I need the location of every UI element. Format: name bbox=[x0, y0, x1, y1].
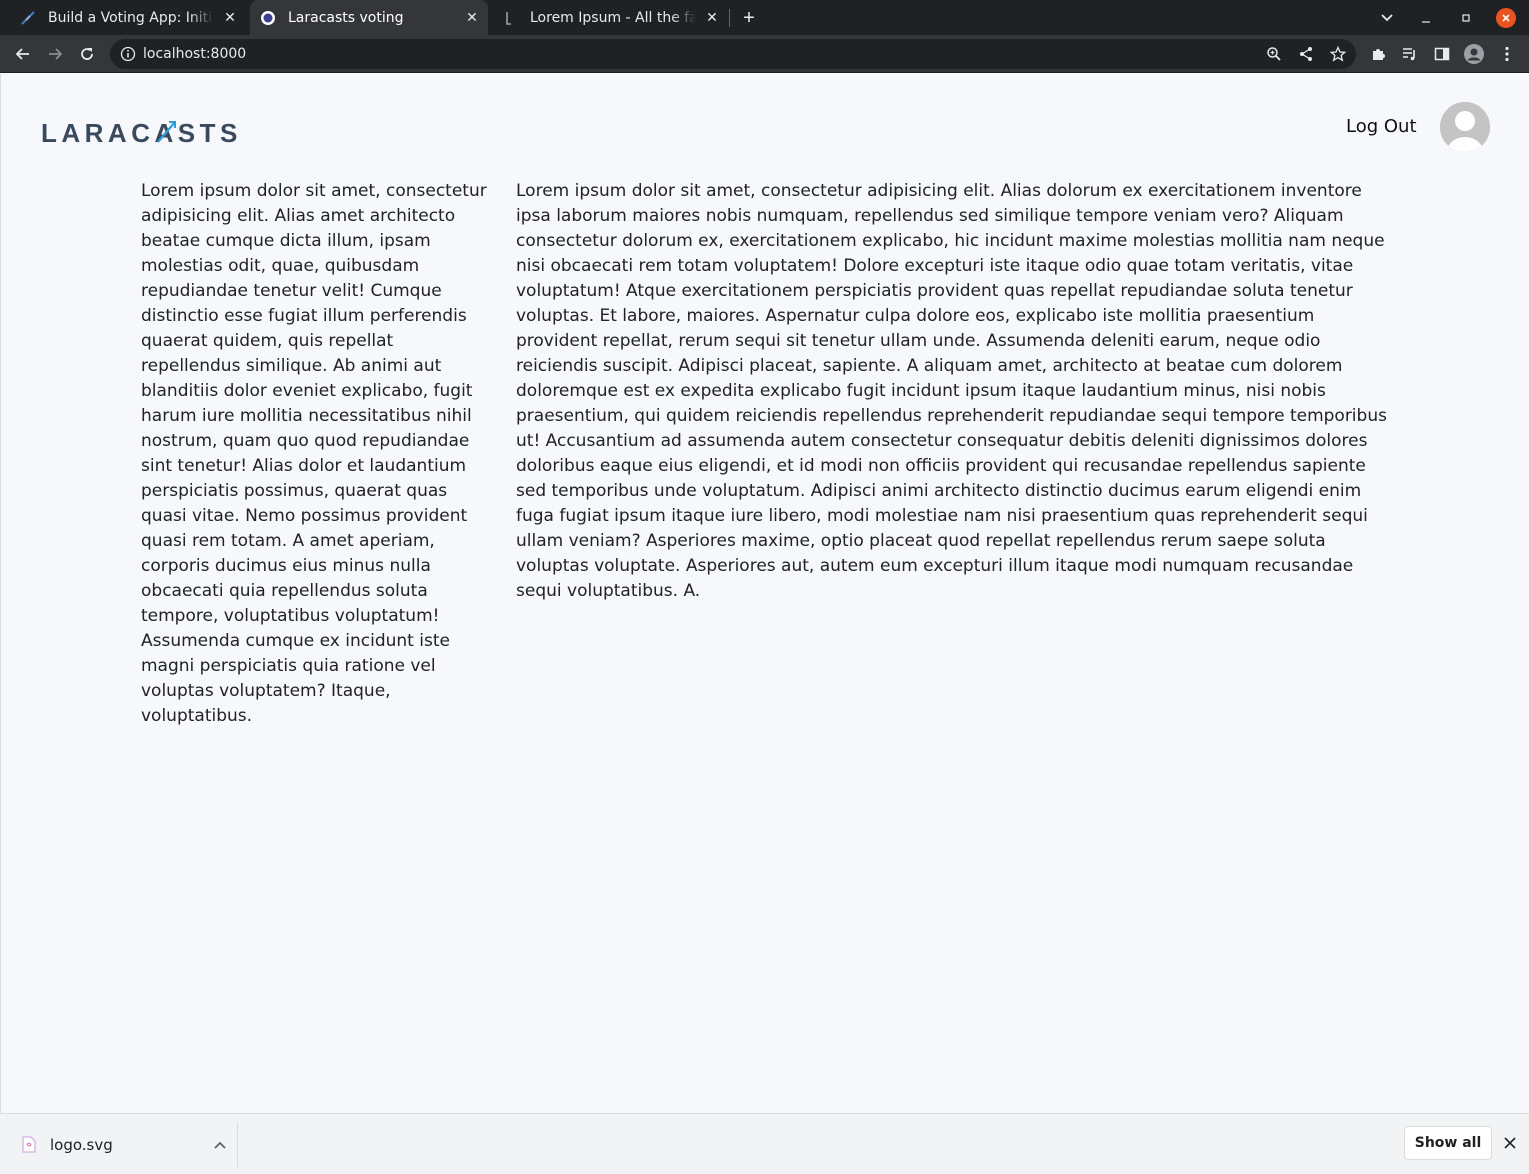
download-bar: logo.svg Show all bbox=[0, 1113, 1529, 1174]
minimize-icon[interactable] bbox=[1411, 0, 1441, 35]
reload-icon[interactable] bbox=[73, 40, 101, 68]
tab-lorem-ipsum[interactable]: Lorem Ipsum - All the fact ✕ bbox=[492, 0, 728, 35]
globe-icon bbox=[260, 10, 276, 26]
url-text: localhost:8000 bbox=[143, 46, 247, 62]
tab-search-icon[interactable] bbox=[1372, 0, 1402, 35]
left-column-text: Lorem ipsum dolor sit amet, consectetur … bbox=[141, 181, 487, 726]
lorem-icon bbox=[502, 10, 518, 26]
download-divider bbox=[237, 1122, 238, 1167]
extensions-icon[interactable] bbox=[1364, 40, 1392, 68]
forward-arrow-icon[interactable] bbox=[41, 40, 69, 68]
tab-title: Lorem Ipsum - All the fact bbox=[530, 9, 696, 26]
new-tab-button[interactable]: + bbox=[738, 7, 760, 29]
tab-title: Laracasts voting bbox=[288, 9, 404, 26]
side-panel-icon[interactable] bbox=[1428, 40, 1456, 68]
tab-strip: Build a Voting App: Initial ✕ Laracasts … bbox=[0, 0, 1529, 35]
media-control-icon[interactable] bbox=[1396, 40, 1424, 68]
share-icon[interactable] bbox=[1297, 45, 1315, 63]
close-icon[interactable] bbox=[1500, 1133, 1520, 1153]
menu-kebab-icon[interactable] bbox=[1493, 40, 1521, 68]
download-file-name: logo.svg bbox=[50, 1135, 113, 1154]
tab-title: Build a Voting App: Initial bbox=[48, 9, 214, 26]
zoom-icon[interactable] bbox=[1265, 45, 1283, 63]
profile-icon[interactable] bbox=[1460, 40, 1488, 68]
download-item[interactable]: logo.svg bbox=[12, 1122, 236, 1167]
tab-build-voting-app[interactable]: Build a Voting App: Initial ✕ bbox=[10, 0, 246, 35]
address-bar[interactable]: localhost:8000 bbox=[110, 39, 1356, 69]
svg-text:LARACASTS: LARACASTS bbox=[41, 118, 241, 146]
close-tab-icon[interactable]: ✕ bbox=[704, 10, 720, 26]
tab-laracasts-voting[interactable]: Laracasts voting ✕ bbox=[250, 0, 488, 35]
restore-icon[interactable] bbox=[1451, 0, 1481, 35]
chevron-up-icon[interactable] bbox=[210, 1135, 230, 1155]
file-icon bbox=[22, 1136, 36, 1153]
tab-divider bbox=[729, 9, 730, 27]
browser-toolbar: localhost:8000 bbox=[0, 35, 1529, 73]
right-column-text: Lorem ipsum dolor sit amet, consectetur … bbox=[516, 181, 1387, 601]
bookmark-star-icon[interactable] bbox=[1329, 45, 1347, 63]
close-tab-icon[interactable]: ✕ bbox=[464, 10, 480, 26]
show-all-button[interactable]: Show all bbox=[1404, 1126, 1492, 1160]
page-viewport: LARACASTS Log Out Lorem ipsum dolor sit … bbox=[0, 74, 1529, 1113]
avatar[interactable] bbox=[1440, 102, 1490, 152]
close-tab-icon[interactable]: ✕ bbox=[222, 10, 238, 26]
logout-link[interactable]: Log Out bbox=[1346, 116, 1417, 137]
back-arrow-icon[interactable] bbox=[9, 40, 37, 68]
site-info-icon[interactable] bbox=[120, 46, 136, 62]
close-window-icon[interactable] bbox=[1496, 8, 1516, 28]
laracasts-logo[interactable]: LARACASTS bbox=[41, 118, 241, 148]
laracasts-icon bbox=[20, 10, 36, 26]
